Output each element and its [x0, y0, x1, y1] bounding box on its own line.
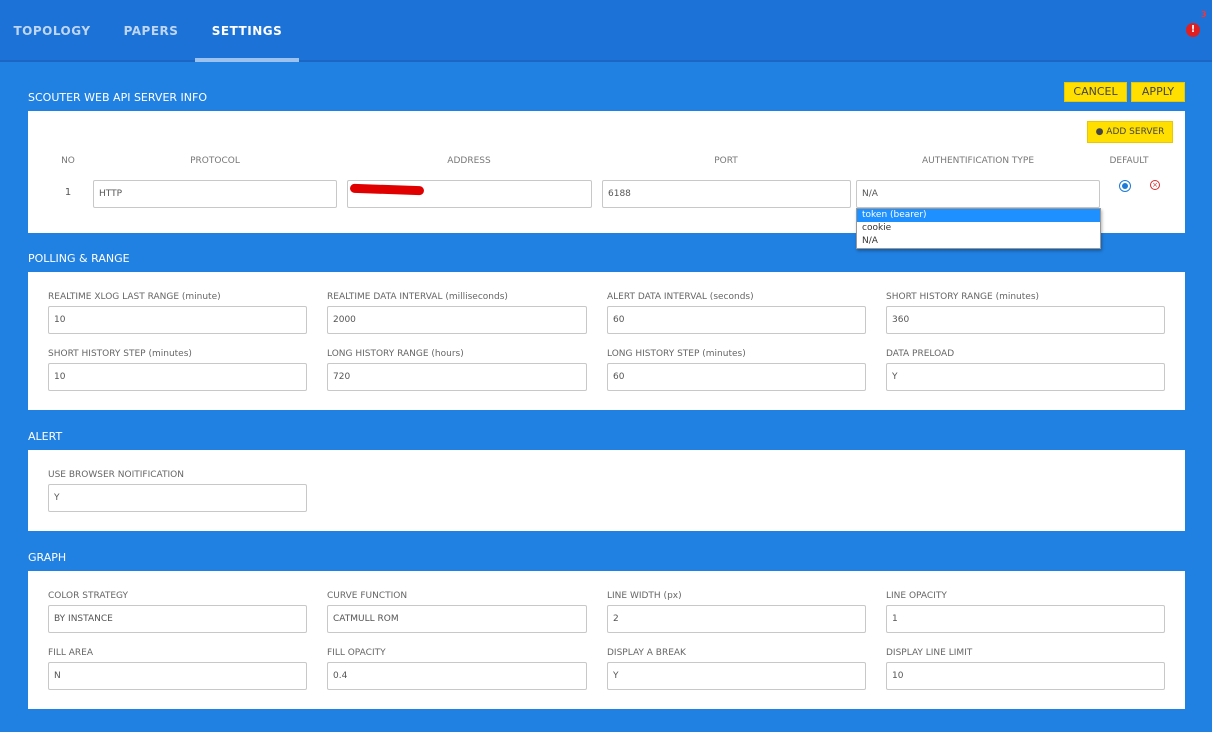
field-label: ALERT DATA INTERVAL (seconds) [607, 292, 754, 302]
section-title-polling: POLLING & RANGE [28, 252, 130, 265]
column-header-protocol: PROTOCOL [190, 156, 240, 166]
field-label: REALTIME XLOG LAST RANGE (minute) [48, 292, 221, 302]
column-header-default: DEFAULT [1109, 156, 1149, 166]
browser-notification-input[interactable]: Y [48, 484, 307, 512]
alert-icon[interactable]: ! [1186, 23, 1200, 37]
line-width-input[interactable]: 2 [607, 605, 866, 633]
display-line-limit-input[interactable]: 10 [886, 662, 1165, 690]
short-history-range-input[interactable]: 360 [886, 306, 1165, 334]
field-label: COLOR STRATEGY [48, 591, 129, 601]
auth-option-cookie[interactable]: cookie [857, 222, 1100, 235]
add-server-label: ADD SERVER [1106, 127, 1165, 137]
column-header-auth-type: AUTHENTIFICATION TYPE [921, 156, 1035, 166]
server-info-panel: ● ADD SERVER NO PROTOCOL ADDRESS PORT AU… [28, 111, 1185, 249]
line-opacity-input[interactable]: 1 [886, 605, 1165, 633]
field-label: FILL AREA [48, 648, 93, 658]
section-title-alert: ALERT [28, 430, 63, 443]
protocol-input[interactable]: HTTP [93, 180, 337, 208]
display-break-input[interactable]: Y [607, 662, 866, 690]
active-tab-indicator [195, 58, 299, 62]
apply-button[interactable]: APPLY [1131, 82, 1185, 102]
data-preload-input[interactable]: Y [886, 363, 1165, 391]
field-label: LONG HISTORY STEP (minutes) [607, 349, 746, 359]
field-label: REALTIME DATA INTERVAL (milliseconds) [327, 292, 508, 302]
column-header-port: PORT [714, 156, 738, 166]
tab-topology[interactable]: TOPOLOGY [0, 0, 104, 60]
field-label: DATA PRELOAD [886, 349, 955, 359]
auth-option-token[interactable]: token (bearer) [857, 209, 1100, 222]
row-number: 1 [64, 187, 72, 198]
top-nav-bar: TOPOLOGY PAPERS SETTINGS ! 3 [0, 0, 1212, 62]
alert-interval-input[interactable]: 60 [607, 306, 866, 334]
field-label: CURVE FUNCTION [327, 591, 408, 601]
color-strategy-input[interactable]: BY INSTANCE [48, 605, 307, 633]
tab-papers[interactable]: PAPERS [99, 0, 203, 60]
field-label: LONG HISTORY RANGE (hours) [327, 349, 464, 359]
alert-count-badge: 3 [1201, 10, 1207, 19]
auth-option-na[interactable]: N/A [857, 235, 1100, 248]
long-history-range-input[interactable]: 720 [327, 363, 587, 391]
graph-panel: COLOR STRATEGY BY INSTANCE CURVE FUNCTIO… [28, 571, 1185, 709]
long-history-step-input[interactable]: 60 [607, 363, 866, 391]
curve-function-input[interactable]: CATMULL ROM [327, 605, 587, 633]
auth-type-dropdown: token (bearer) cookie N/A [856, 208, 1101, 249]
default-radio[interactable] [1119, 180, 1131, 192]
field-label: USE BROWSER NOITIFICATION [48, 470, 184, 480]
short-history-step-input[interactable]: 10 [48, 363, 307, 391]
field-label: SHORT HISTORY RANGE (minutes) [886, 292, 1040, 302]
alert-panel: USE BROWSER NOITIFICATION Y [28, 450, 1185, 531]
remove-server-icon[interactable]: × [1150, 180, 1160, 190]
field-label: LINE OPACITY [886, 591, 947, 601]
xlog-range-input[interactable]: 10 [48, 306, 307, 334]
realtime-interval-input[interactable]: 2000 [327, 306, 587, 334]
auth-type-select[interactable]: N/A [856, 180, 1100, 208]
tab-settings[interactable]: SETTINGS [195, 0, 299, 60]
field-label: DISPLAY A BREAK [607, 648, 686, 658]
field-label: SHORT HISTORY STEP (minutes) [48, 349, 192, 359]
plus-circle-icon: ● [1095, 127, 1104, 137]
field-label: FILL OPACITY [327, 648, 386, 658]
port-input[interactable]: 6188 [602, 180, 851, 208]
column-header-address: ADDRESS [447, 156, 491, 166]
field-label: DISPLAY LINE LIMIT [886, 648, 973, 658]
section-title-server-info: SCOUTER WEB API SERVER INFO [28, 91, 207, 104]
field-label: LINE WIDTH (px) [607, 591, 682, 601]
section-title-graph: GRAPH [28, 551, 67, 564]
cancel-button[interactable]: CANCEL [1064, 82, 1127, 102]
polling-panel: REALTIME XLOG LAST RANGE (minute) 10 REA… [28, 272, 1185, 410]
add-server-button[interactable]: ● ADD SERVER [1087, 121, 1173, 143]
fill-opacity-input[interactable]: 0.4 [327, 662, 587, 690]
fill-area-input[interactable]: N [48, 662, 307, 690]
column-header-no: NO [61, 156, 75, 166]
